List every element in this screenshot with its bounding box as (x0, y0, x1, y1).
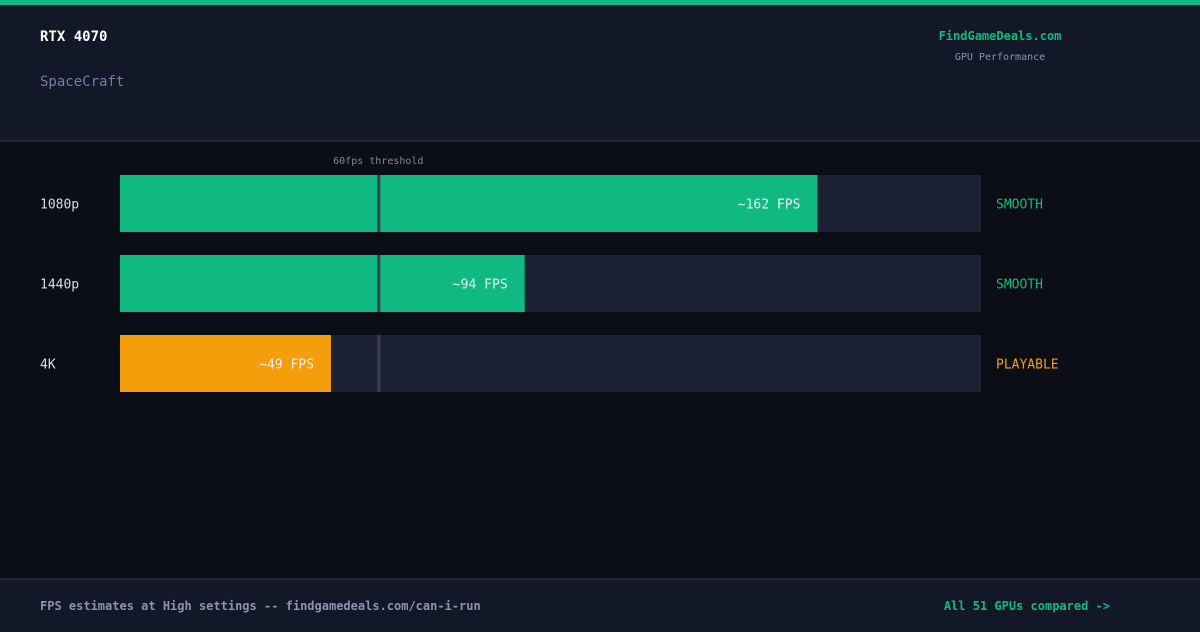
fps-bar (120, 175, 818, 232)
threshold-marker (377, 255, 381, 312)
status-label: SMOOTH (996, 198, 1043, 213)
status-label: PLAYABLE (996, 358, 1059, 373)
fps-value-label: ~49 FPS (259, 358, 314, 373)
footer-note: FPS estimates at High settings -- findga… (40, 599, 481, 613)
all-gpus-link[interactable]: All 51 GPUs compared -> (944, 599, 1110, 613)
footer: FPS estimates at High settings -- findga… (0, 578, 1200, 632)
resolution-label: 1080p (40, 198, 79, 213)
game-name: SpaceCraft (40, 74, 125, 90)
fps-value-label: ~94 FPS (453, 278, 508, 293)
fps-chart: 60fps threshold 1080p ~162 FPS SMOOTH 1440p ~… (40, 156, 1059, 392)
threshold-label: 60fps threshold (333, 156, 423, 167)
status-label: SMOOTH (996, 278, 1043, 293)
header: RTX 4070 SpaceCraft FindGameDeals.com GP… (0, 5, 1200, 142)
threshold-marker (377, 335, 381, 392)
brand-block: FindGameDeals.com GPU Performance (900, 29, 1100, 63)
resolution-label: 1440p (40, 278, 79, 293)
threshold-marker (377, 175, 381, 232)
gpu-name: RTX 4070 (40, 29, 108, 45)
brand-name: FindGameDeals.com (938, 29, 1062, 43)
brand-subtitle: GPU Performance (954, 52, 1046, 63)
fps-value-label: ~162 FPS (738, 198, 801, 213)
resolution-label: 4K (40, 358, 56, 373)
